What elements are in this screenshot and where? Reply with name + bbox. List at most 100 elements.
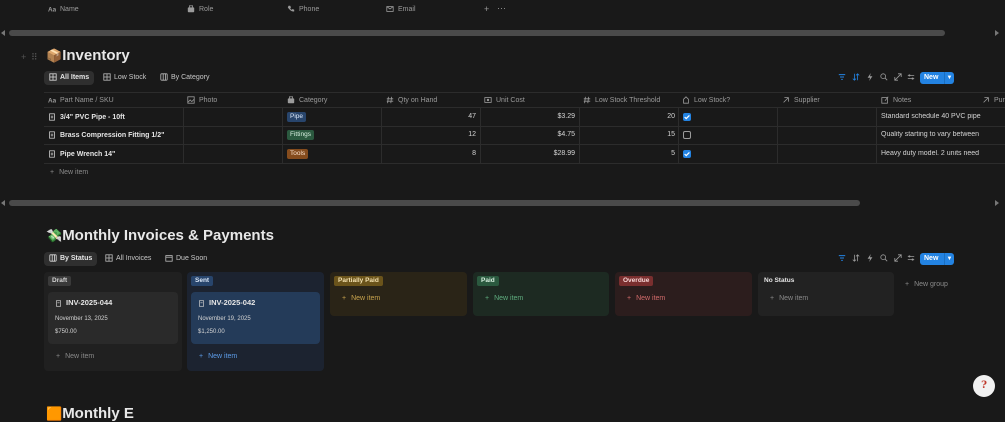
new-group-button[interactable]: + New group: [905, 281, 948, 288]
column-header-supplier[interactable]: Supplier: [782, 96, 820, 104]
add-column-button[interactable]: +: [484, 4, 489, 14]
automation-icon[interactable]: [866, 254, 874, 264]
automation-icon[interactable]: [866, 73, 874, 83]
invoice-card[interactable]: INV-2025-044 November 13, 2025 $750.00: [48, 292, 178, 344]
column-header-qty[interactable]: Qty on Hand: [386, 96, 437, 104]
threshold-value[interactable]: 15: [630, 131, 675, 138]
new-item-button[interactable]: + New item: [627, 295, 748, 302]
group-label[interactable]: Paid: [477, 276, 499, 286]
column-header-unit-cost[interactable]: Unit Cost: [484, 96, 525, 104]
money-icon: 💸: [46, 228, 63, 243]
column-header-phone[interactable]: Phone: [287, 5, 319, 13]
document-icon: [199, 299, 204, 307]
assistant-avatar-icon[interactable]: ?: [973, 375, 995, 397]
new-item-button[interactable]: + New item: [199, 353, 320, 360]
new-item-button[interactable]: + New item: [56, 353, 178, 360]
group-label[interactable]: Sent: [191, 276, 214, 286]
column-separator: [480, 108, 481, 163]
column-separator: [777, 108, 778, 163]
chevron-down-icon[interactable]: ▼: [944, 72, 954, 84]
more-options-button[interactable]: ···: [497, 3, 506, 13]
unit-cost-value[interactable]: $28.99: [530, 150, 575, 157]
notes-value[interactable]: Quality starting to vary between: [881, 131, 1005, 138]
low-stock-checkbox[interactable]: [683, 113, 691, 121]
sort-icon[interactable]: [852, 73, 860, 83]
formula-icon: [683, 96, 689, 104]
expand-icon[interactable]: [894, 73, 902, 83]
group-label[interactable]: Overdue: [619, 276, 654, 286]
notes-value[interactable]: Heavy duty model. 2 units need: [881, 150, 1005, 157]
new-item-button[interactable]: + New item: [485, 295, 605, 302]
qty-value[interactable]: 47: [430, 113, 476, 120]
new-item-button[interactable]: + New item: [342, 295, 463, 302]
drag-handle-icon[interactable]: ⠿: [31, 52, 38, 63]
column-header-photo[interactable]: Photo: [187, 96, 217, 104]
notes-value[interactable]: Standard schedule 40 PVC pipe: [881, 113, 1005, 120]
column-header-part-name[interactable]: Aa Part Name / SKU: [48, 96, 114, 105]
settings-icon[interactable]: [907, 254, 915, 264]
tab-all-invoices[interactable]: All Invoices: [100, 252, 156, 266]
new-item-button[interactable]: + New item: [50, 169, 88, 176]
new-item-button[interactable]: + New item: [770, 295, 890, 302]
unit-cost-value[interactable]: $4.75: [530, 131, 575, 138]
qty-value[interactable]: 8: [430, 150, 476, 157]
scroll-left-arrow[interactable]: [1, 200, 5, 206]
category-tag-pipe[interactable]: Pipe: [287, 112, 307, 122]
unit-cost-value[interactable]: $3.29: [530, 113, 575, 120]
column-separator: [579, 108, 580, 163]
table-row-name[interactable]: Pipe Wrench 14": [48, 150, 115, 158]
scroll-right-arrow[interactable]: [995, 200, 999, 206]
tab-low-stock[interactable]: Low Stock: [98, 71, 151, 85]
column-header-threshold[interactable]: Low Stock Threshold: [583, 96, 660, 104]
group-label[interactable]: Partially Paid: [334, 276, 383, 286]
scroll-right-arrow[interactable]: [995, 30, 999, 36]
new-button[interactable]: New ▼: [920, 72, 954, 84]
page-icon: [49, 150, 55, 158]
table-row-name[interactable]: 3/4" PVC Pipe - 10ft: [48, 113, 125, 121]
expand-icon[interactable]: [894, 254, 902, 264]
low-stock-checkbox[interactable]: [683, 150, 691, 158]
search-icon[interactable]: [880, 73, 888, 83]
sort-icon[interactable]: [852, 254, 860, 264]
filter-icon[interactable]: [838, 73, 846, 83]
low-stock-checkbox[interactable]: [683, 131, 691, 139]
category-tag-fittings[interactable]: Fittings: [287, 130, 314, 140]
column-header-email[interactable]: Email: [386, 5, 416, 13]
column-header-name[interactable]: Aa Name: [48, 5, 79, 14]
card-amount: $1,250.00: [198, 329, 225, 335]
threshold-value[interactable]: 5: [630, 150, 675, 157]
group-label[interactable]: Draft: [48, 276, 72, 286]
table-icon: [49, 73, 57, 81]
qty-value[interactable]: 12: [430, 131, 476, 138]
threshold-value[interactable]: 20: [630, 113, 675, 120]
svg-text:Aa: Aa: [48, 6, 56, 13]
scroll-left-arrow[interactable]: [1, 30, 5, 36]
column-header-category[interactable]: Category: [287, 96, 327, 104]
new-button[interactable]: New ▼: [920, 253, 954, 265]
card-amount: $750.00: [55, 329, 77, 335]
card-title: INV-2025-044: [66, 298, 113, 307]
tab-all-items[interactable]: All Items: [44, 71, 95, 85]
add-block-icon[interactable]: +: [21, 52, 26, 62]
group-label[interactable]: No Status: [762, 276, 798, 286]
column-header-notes[interactable]: Notes: [881, 96, 911, 104]
board-column-sent: Sent INV-2025-042 November 19, 2025 $1,2…: [187, 272, 324, 371]
tab-by-status[interactable]: By Status: [44, 252, 98, 266]
filter-icon[interactable]: [838, 254, 846, 264]
table-divider: [44, 144, 1005, 145]
search-icon[interactable]: [880, 254, 888, 264]
category-tag-tools[interactable]: Tools: [287, 149, 309, 159]
invoice-card[interactable]: INV-2025-042 November 19, 2025 $1,250.00: [191, 292, 320, 344]
horizontal-scrollbar[interactable]: [9, 200, 860, 206]
tab-due-soon[interactable]: Due Soon: [160, 252, 212, 266]
chevron-down-icon[interactable]: ▼: [944, 253, 954, 265]
tab-by-category[interactable]: By Category: [155, 71, 215, 85]
table-row-name[interactable]: Brass Compression Fitting 1/2": [48, 131, 164, 139]
column-header-pur[interactable]: Pur: [982, 96, 1005, 104]
horizontal-scrollbar[interactable]: [9, 30, 945, 36]
board-column-overdue: Overdue + New item: [615, 272, 752, 316]
settings-icon[interactable]: [907, 73, 915, 83]
column-header-role[interactable]: Role: [187, 5, 213, 13]
column-header-low-stock[interactable]: Low Stock?: [682, 96, 730, 104]
tag-icon: [287, 96, 295, 104]
